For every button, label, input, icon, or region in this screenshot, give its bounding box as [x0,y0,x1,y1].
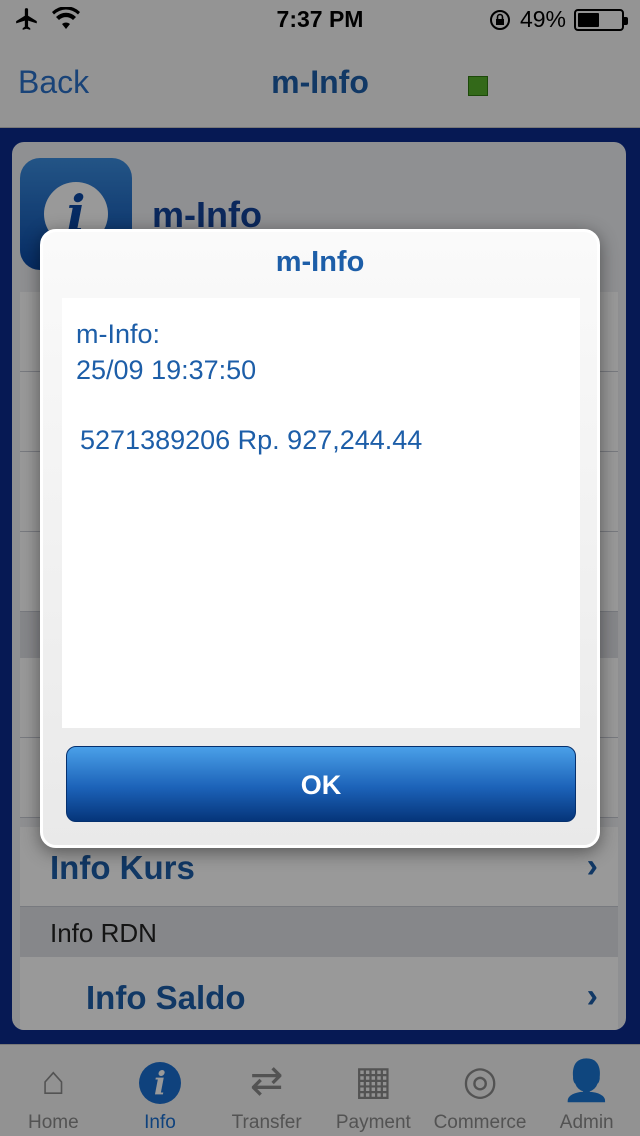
ok-button[interactable]: OK [66,746,576,822]
alert-dialog: m-Info m-Info: 25/09 19:37:50 5271389206… [40,229,600,848]
message-datetime: 25/09 19:37:50 [76,355,257,385]
dialog-title: m-Info [275,246,365,278]
message-balance: 5271389206 Rp. 927,244.44 [80,425,423,455]
dialog-message: m-Info: 25/09 19:37:50 5271389206 Rp. 92… [62,298,580,728]
message-header: m-Info: [76,319,161,349]
